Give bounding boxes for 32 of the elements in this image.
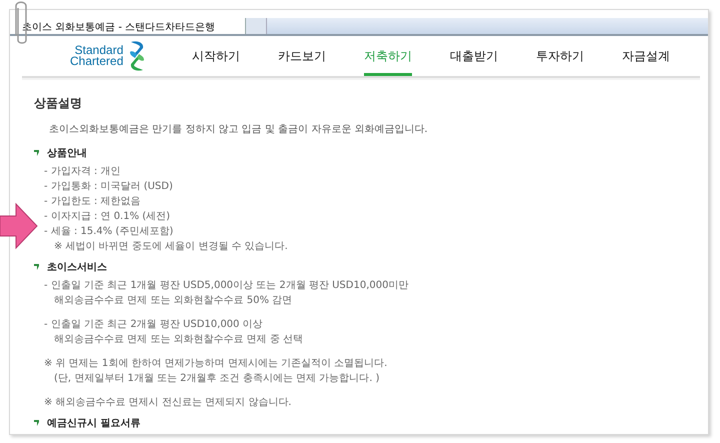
nav-tab[interactable]: 카드보기 xyxy=(278,36,326,76)
note-text: ※ 세법이 바뀌면 중도에 세율이 변경될 수 있습니다. xyxy=(53,240,289,254)
browser-tab[interactable]: 초이스 외화보통예금 - 스탠다드차타드은행 xyxy=(10,18,246,34)
list-item-text: - 이자지급 : 연 0.1% (세전) xyxy=(44,210,172,224)
bullet-icon xyxy=(34,420,39,426)
subsection-title: 초이스서비스 xyxy=(47,261,107,274)
list-item-text: 해외송금수수료 면제 또는 외화현찰수수료 면제 중 선택 xyxy=(53,333,304,347)
bullet-icon xyxy=(34,150,39,156)
nav-tab[interactable]: 투자하기 xyxy=(536,36,584,76)
list-item-text: 해외송금수수료 면제 또는 외화현찰수수료 50% 감면 xyxy=(53,294,294,308)
list-item-text: - 인출일 기준 최근 1개월 평잔 USD5,000이상 또는 2개월 평잔 USD10,000미만 xyxy=(44,279,410,293)
nav-tab[interactable]: 자금설계 xyxy=(622,36,670,76)
section-heading: 상품설명 xyxy=(34,95,83,112)
new-tab-button[interactable] xyxy=(246,18,268,34)
note-text: (단, 면제일부터 1개월 또는 2개월후 조건 충족시에는 면제 가능합니다. ) xyxy=(53,372,380,386)
list-item-text: - 세율 : 15.4% (주민세포함) xyxy=(44,225,174,239)
list-item-text: - 가입통화 : 미국달러 (USD) xyxy=(44,180,174,194)
bullet-icon xyxy=(34,264,39,270)
arrow-icon xyxy=(0,202,38,250)
logo-text: Standard xyxy=(74,45,124,56)
note-text: ※ 해외송금수수료 면제시 전신료는 면제되지 않습니다. xyxy=(44,396,292,410)
list-item-text: - 가입한도 : 제한없음 xyxy=(44,195,142,209)
list-item-text: - 인출일 기준 최근 2개월 평잔 USD10,000 이상 xyxy=(44,318,264,332)
subsection-title: 상품안내 xyxy=(47,147,87,160)
list-item-text: - 가입자격 : 개인 xyxy=(44,165,122,179)
subsection-title: 예금신규시 필요서류 xyxy=(47,417,140,430)
logo-text: Chartered xyxy=(70,56,124,67)
nav-tab[interactable]: 시작하기 xyxy=(192,36,240,76)
intro-text: 초이스외화보통예금은 만기를 정하지 않고 입금 및 출금이 자유로운 외화예금입니다. xyxy=(49,123,429,136)
note-text: ※ 위 면제는 1회에 한하여 면제가능하며 면제시에는 기존실적이 소멸됩니다. xyxy=(44,357,388,371)
logo-icon xyxy=(128,40,146,72)
nav-tab[interactable]: 대출받기 xyxy=(450,36,498,76)
